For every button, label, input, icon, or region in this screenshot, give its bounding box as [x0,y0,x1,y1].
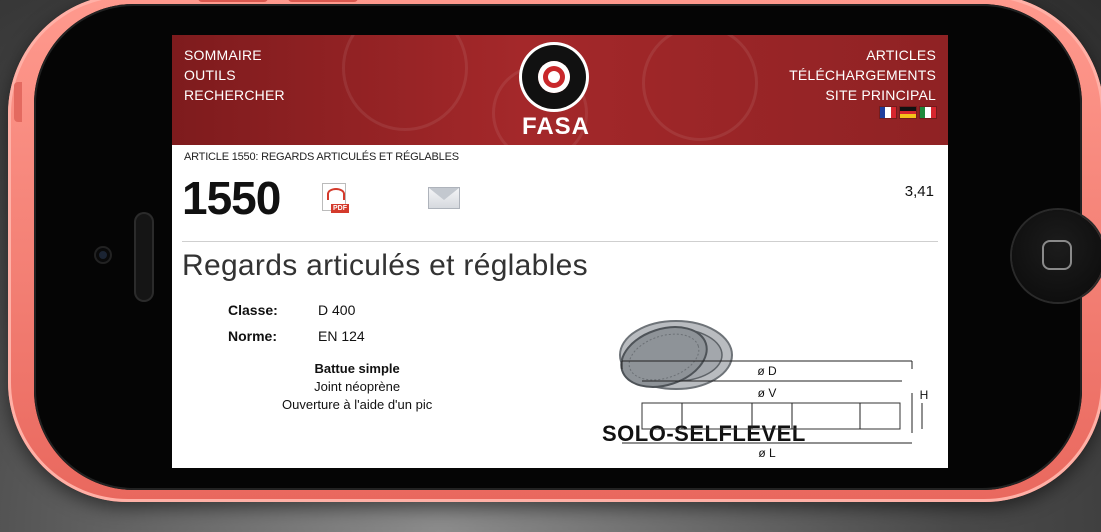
spec-value: D 400 [318,302,356,318]
fasa-logo[interactable]: FASA [522,35,612,145]
spec-value: EN 124 [318,328,365,344]
dim-label-d: ø D [757,364,777,378]
header-decoration [342,35,468,131]
logo-text: FASA [522,113,591,140]
volume-button [198,0,268,2]
nav-sommaire[interactable]: SOMMAIRE [184,45,285,65]
nav-telechargements[interactable]: TÉLÉCHARGEMENTS [789,65,936,85]
product-features: Battue simple Joint néoprène Ouverture à… [282,361,432,414]
dim-label-l: ø L [758,446,776,460]
pdf-tag: PDF [331,204,349,213]
earpiece-speaker [134,212,154,302]
volume-button [288,0,358,2]
mute-switch [14,82,22,122]
breadcrumb: ARTICLE 1550: REGARDS ARTICULÉS ET RÉGLA… [184,151,459,163]
nav-site-principal[interactable]: SITE PRINCIPAL [789,85,936,105]
dimension-diagram: ø D ø V ø L H [621,360,929,460]
pdf-icon[interactable]: PDF [322,183,349,213]
article-price: 3,41 [904,183,934,200]
feature-title: Battue simple [314,361,400,376]
frame-profile [641,402,901,430]
nav-rechercher[interactable]: RECHERCHER [184,85,285,105]
front-camera [96,248,110,262]
dim-label-v: ø V [758,386,777,400]
spec-row: Classe: D 400 [228,297,365,323]
article-row: 1550 PDF 3,41 [172,165,948,235]
product-specs: Classe: D 400 Norme: EN 124 [228,297,365,349]
logo-gear-center [548,71,560,83]
article-number: 1550 [182,172,281,224]
header-decoration [642,35,758,141]
feature-item: Joint néoprène [314,379,401,394]
spec-label: Norme: [228,328,278,344]
spec-row: Norme: EN 124 [228,323,365,349]
divider [182,241,938,242]
feature-item: Ouverture à l'aide d'un pic [282,397,433,412]
home-button[interactable] [1012,210,1101,302]
nav-left: SOMMAIRE OUTILS RECHERCHER [184,45,285,105]
mail-icon[interactable] [428,187,460,209]
phone-screen: SOMMAIRE OUTILS RECHERCHER FASA ARTICLES… [172,35,948,468]
flag-it-icon[interactable] [920,107,936,118]
site-header: SOMMAIRE OUTILS RECHERCHER FASA ARTICLES… [172,35,948,145]
dim-label-h: H [920,388,929,402]
product-title: Regards articulés et réglables [182,249,588,282]
flag-de-icon[interactable] [900,107,916,119]
nav-right: ARTICLES TÉLÉCHARGEMENTS SITE PRINCIPAL [789,45,936,105]
nav-articles[interactable]: ARTICLES [789,45,936,65]
nav-outils[interactable]: OUTILS [184,65,285,85]
home-square-icon [1042,240,1072,270]
flag-fr-icon[interactable] [880,107,896,118]
language-flags [880,107,936,119]
spec-label: Classe: [228,302,278,318]
